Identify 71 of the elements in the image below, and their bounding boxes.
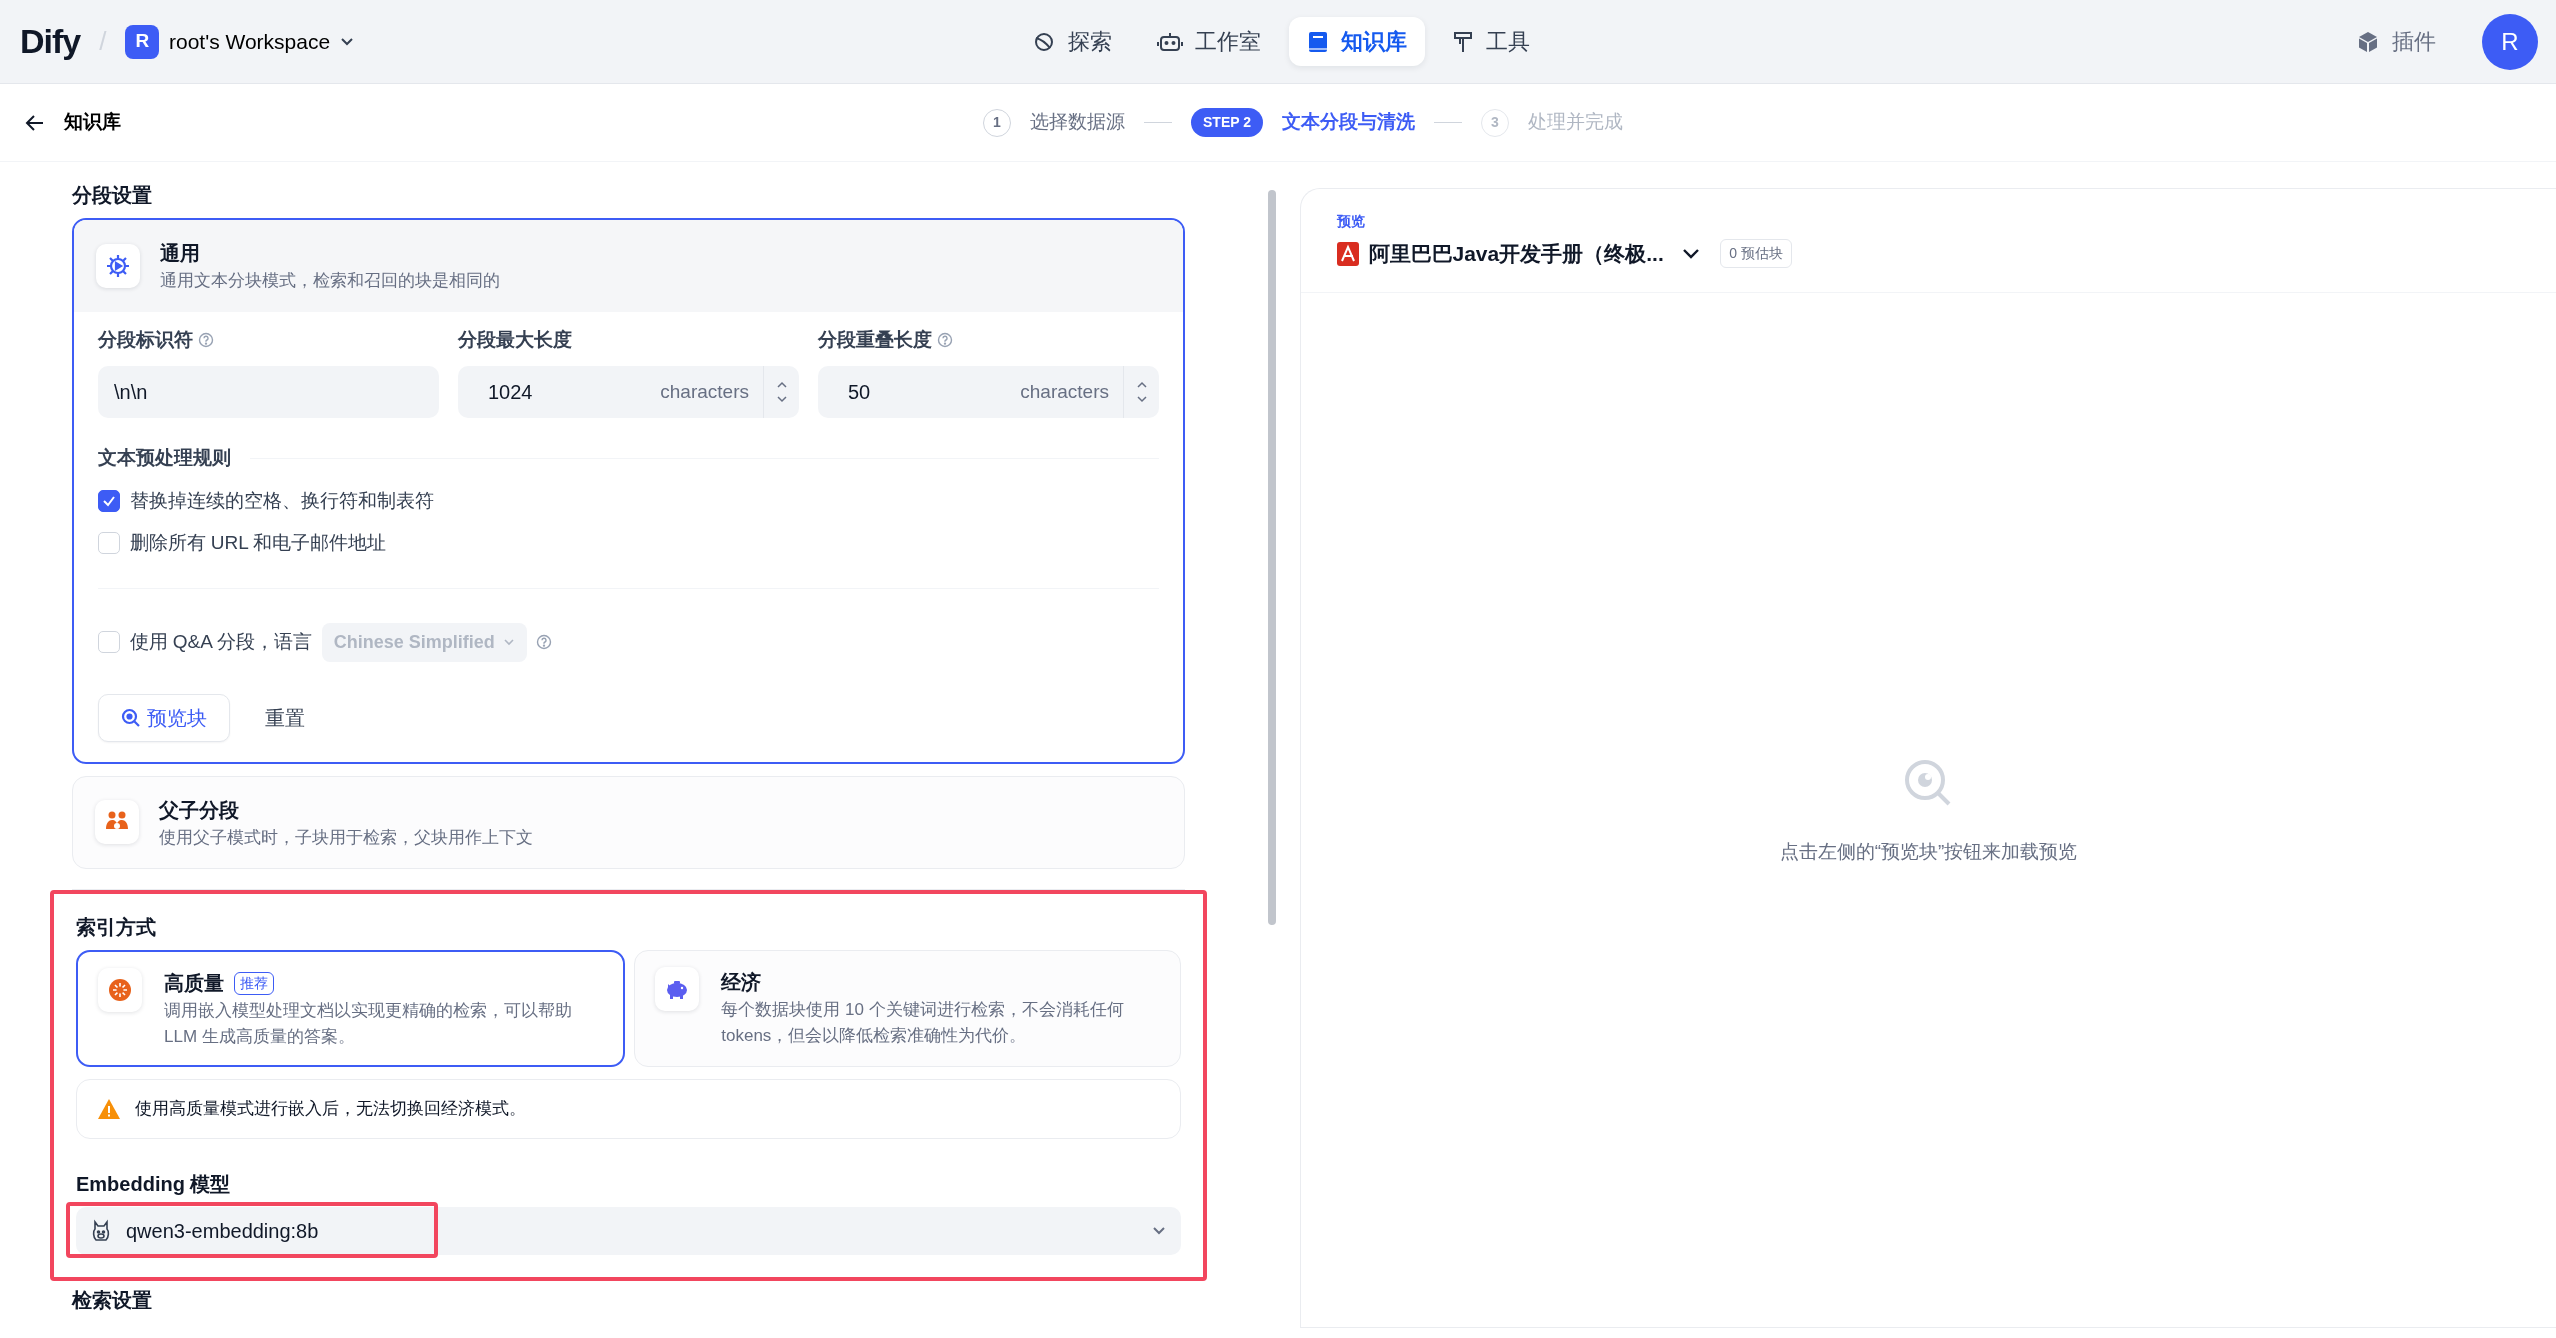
empty-message: 点击左侧的“预览块”按钮来加载预览 [1779,840,2078,864]
nav-tab[interactable]: 探索 [1013,17,1130,66]
breadcrumb-separator: / [99,25,107,58]
chunk-count: 0 预估块 [1720,239,1792,269]
recommended-tag: 推荐 [233,971,274,995]
back-arrow-icon [25,113,45,132]
field-label: 分段重叠长度 [818,327,932,352]
stepper-icon [1134,379,1149,405]
warning-icon [97,1097,121,1120]
field-label: 分段最大长度 [458,327,572,352]
nav-tab[interactable]: 工作室 [1139,17,1280,66]
mode-description: 通用文本分块模式，检索和召回的块是相同的 [160,270,500,292]
chevron-icon [1151,1225,1167,1236]
mode-title: 父子分段 [159,797,240,823]
section-title: 分段设置 [72,183,153,208]
nav-tab[interactable]: 工具 [1434,17,1549,66]
step-badge: STEP 2 [1191,108,1263,137]
unit-label: characters [1020,379,1110,404]
unit-label: characters [660,379,750,404]
option-description: 每个数据块使用 10 个关键词进行检索，不会消耗任何 tokens，但会以降低检索准确性为代价。 [721,999,1125,1047]
warning-banner: 使用高质量模式进行嵌入后，无法切换回经济模式。 [76,1079,1181,1139]
option-title: 高质量 [164,971,224,996]
back-link[interactable]: 知识库 [25,108,121,137]
help-icon[interactable] [936,331,953,348]
option-title: 经济 [721,970,762,995]
input-field[interactable]: 1024 characters [458,366,799,418]
checkbox-label: 删除所有 URL 和电子邮件地址 [129,531,387,555]
caret-icon [339,36,354,47]
chevron-icon [1681,247,1702,260]
section-subtitle: 文本预处理规则 [98,446,231,470]
mode-card[interactable]: 通用 通用文本分块模式，检索和召回的块是相同的 分段标识符 \n\n 分段最大长度 1024 characters 分段重叠长度 50 characters 文本预处理规则 替换掉连续的空格、换行符和制表符 删除所有 URL 和电子邮件地址 使用 Q&A 分段，语言 Chinese Simplified 预览块 重置 [72,218,1185,764]
section-title: Embedding 模型 [76,1171,232,1197]
search-icon [121,707,141,728]
check-icon [102,494,116,507]
preview-label: 预览 [1337,212,1366,231]
pdf-icon [1337,241,1359,266]
nav-tab[interactable]: 知识库 [1288,17,1425,66]
checkbox-label: 替换掉连续的空格、换行符和制表符 [129,488,434,513]
preview-button[interactable]: 预览块 [98,693,230,742]
mode-card[interactable]: 父子分段 使用父子模式时，子块用于检索，父块用作上下文 [72,775,1185,869]
tool-icon [1452,29,1475,54]
help-icon[interactable] [536,634,553,650]
step-label: 选择数据源 [1030,110,1125,135]
section-title: 检索设置 [72,1287,153,1313]
section-title: 索引方式 [76,915,157,940]
step-label: 处理并完成 [1528,110,1623,135]
sparkle-icon [107,977,133,1003]
input-field[interactable]: 50 characters [818,366,1159,418]
index-option[interactable]: 经济 每个数据块使用 10 个关键词进行检索，不会消耗任何 tokens，但会以降低检索准确性为代价。 [634,950,1181,1067]
option-description: 调用嵌入模型处理文档以实现更精确的检索，可以帮助LLM 生成高质量的答案。 [164,1000,573,1048]
workspace-switcher[interactable]: R root's Workspace [125,24,354,59]
chevron-icon [502,638,515,646]
stepper-icon [774,379,789,405]
mode-description: 使用父子模式时，子块用于检索，父块用作上下文 [159,826,533,849]
model-name: qwen3-embedding:8b [126,1218,319,1244]
index-option[interactable]: 高质量 推荐 调用嵌入模型处理文档以实现更精确的检索，可以帮助LLM 生成高质量的答案。 [76,950,625,1067]
reset-button[interactable]: 重置 [249,694,321,741]
plugins-button[interactable]: 插件 [2337,17,2454,66]
document-select[interactable]: 阿里巴巴Java开发手册（终极... [1337,238,1702,270]
input-field[interactable]: \n\n [98,366,439,418]
checkbox-label: 使用 Q&A 分段，语言 [129,629,313,654]
book-icon [1306,29,1329,54]
logo[interactable]: Dify [20,16,81,67]
field-label: 分段标识符 [98,327,193,352]
mode-title: 通用 [160,241,201,266]
help-icon[interactable] [197,331,214,348]
user-avatar[interactable]: R [2482,13,2538,70]
gear-icon [105,252,131,279]
step-label: 文本分段与清洗 [1282,110,1415,135]
checkbox[interactable] [98,489,120,512]
workspace-avatar: R [125,24,160,59]
